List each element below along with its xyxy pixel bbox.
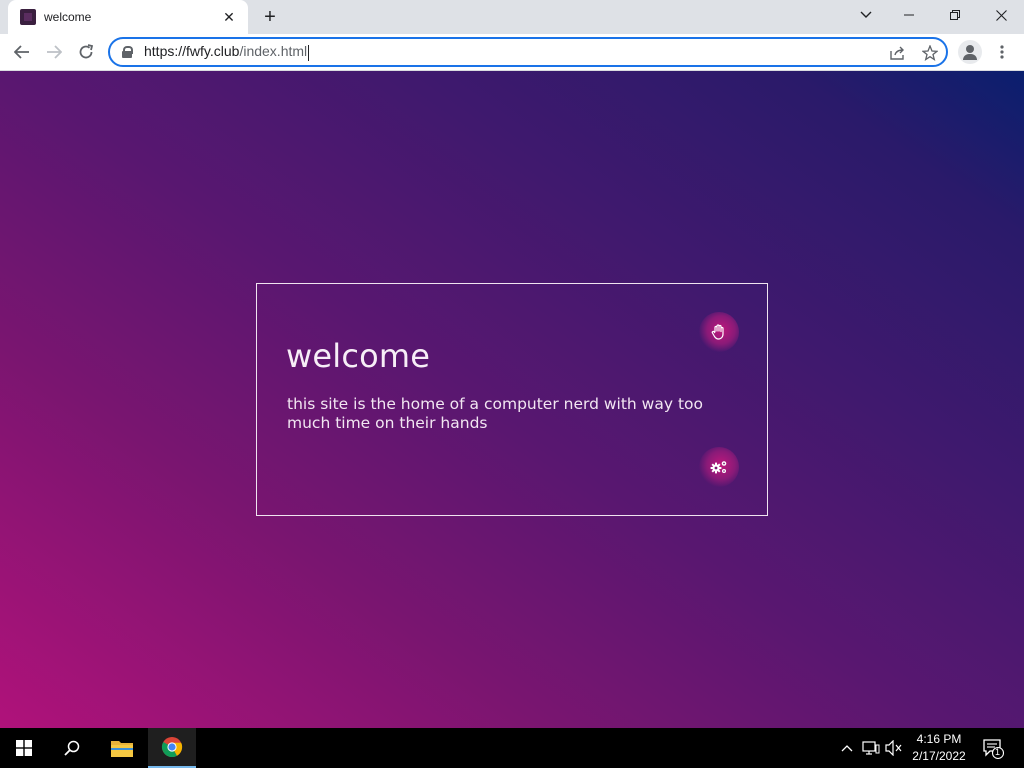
welcome-card: welcome this site is the home of a compu…: [256, 283, 768, 516]
address-bar[interactable]: https://fwfy.club/index.html: [108, 37, 948, 67]
tab-search-button[interactable]: [846, 0, 886, 30]
network-icon: [862, 741, 880, 755]
chrome-icon: [161, 737, 183, 758]
network-button[interactable]: [861, 738, 881, 758]
search-icon: [64, 740, 80, 756]
search-button[interactable]: [48, 728, 96, 768]
volume-button[interactable]: [884, 738, 904, 758]
browser-tab[interactable]: welcome ✕: [8, 0, 248, 34]
star-icon: [922, 45, 938, 61]
close-icon: [995, 9, 1007, 21]
page-description: this site is the home of a computer nerd…: [287, 395, 704, 432]
site-favicon-icon: [20, 9, 36, 25]
avatar-icon: [966, 45, 974, 53]
forward-button[interactable]: [40, 38, 68, 66]
tab-title: welcome: [44, 10, 92, 24]
action-center-button[interactable]: 1: [982, 737, 1005, 760]
gears-icon-button[interactable]: [699, 447, 739, 487]
url-path: /index.html: [239, 43, 308, 60]
notification-count: 1: [995, 747, 1001, 757]
window-controls: [846, 0, 1024, 30]
page-viewport: welcome this site is the home of a compu…: [0, 71, 1024, 728]
avatar-body: [963, 54, 977, 60]
new-tab-button[interactable]: +: [258, 6, 282, 28]
close-window-button[interactable]: [978, 0, 1024, 30]
file-explorer-button[interactable]: [98, 728, 146, 768]
share-button[interactable]: [888, 43, 908, 63]
text-cursor: [308, 44, 310, 61]
system-clock[interactable]: 4:16 PM 2/17/2022: [906, 731, 972, 765]
reload-button[interactable]: [72, 38, 100, 66]
forward-arrow-icon: [47, 45, 62, 59]
start-button[interactable]: [0, 728, 48, 768]
browser-toolbar: https://fwfy.club/index.html: [0, 34, 1024, 71]
clock-date: 2/17/2022: [912, 749, 966, 763]
profile-button[interactable]: [958, 40, 982, 64]
hand-icon-button[interactable]: [699, 312, 739, 352]
kebab-menu-icon: [1000, 45, 1004, 59]
restore-button[interactable]: [932, 0, 978, 30]
bookmark-button[interactable]: [920, 43, 940, 63]
url-text: https://fwfy.club/index.html: [144, 43, 310, 61]
back-arrow-icon: [14, 45, 29, 59]
taskbar: 4:16 PM 2/17/2022 1: [0, 728, 1024, 768]
url-host: https://fwfy.club: [144, 43, 240, 60]
tab-strip: welcome ✕ +: [0, 0, 1024, 34]
share-icon: [890, 46, 904, 60]
tab-close-button[interactable]: ✕: [220, 8, 238, 26]
windows-logo-icon: [16, 740, 32, 756]
clock-time: 4:16 PM: [916, 732, 962, 746]
chevron-down-icon: [860, 11, 872, 18]
gears-icon: [710, 461, 727, 474]
lock-icon[interactable]: [122, 46, 133, 58]
folder-icon: [111, 741, 133, 757]
show-hidden-icons-button[interactable]: [837, 738, 857, 758]
chevron-up-icon: [841, 745, 853, 752]
restore-icon: [950, 10, 960, 20]
reload-icon: [79, 44, 94, 59]
page-title: welcome: [286, 337, 431, 375]
back-button[interactable]: [8, 38, 36, 66]
volume-muted-icon: [885, 740, 902, 756]
hand-icon: [711, 324, 724, 340]
minimize-icon: [904, 14, 914, 16]
chrome-taskbar-button[interactable]: [148, 728, 196, 768]
minimize-button[interactable]: [886, 0, 932, 30]
browser-menu-button[interactable]: [992, 40, 1012, 64]
